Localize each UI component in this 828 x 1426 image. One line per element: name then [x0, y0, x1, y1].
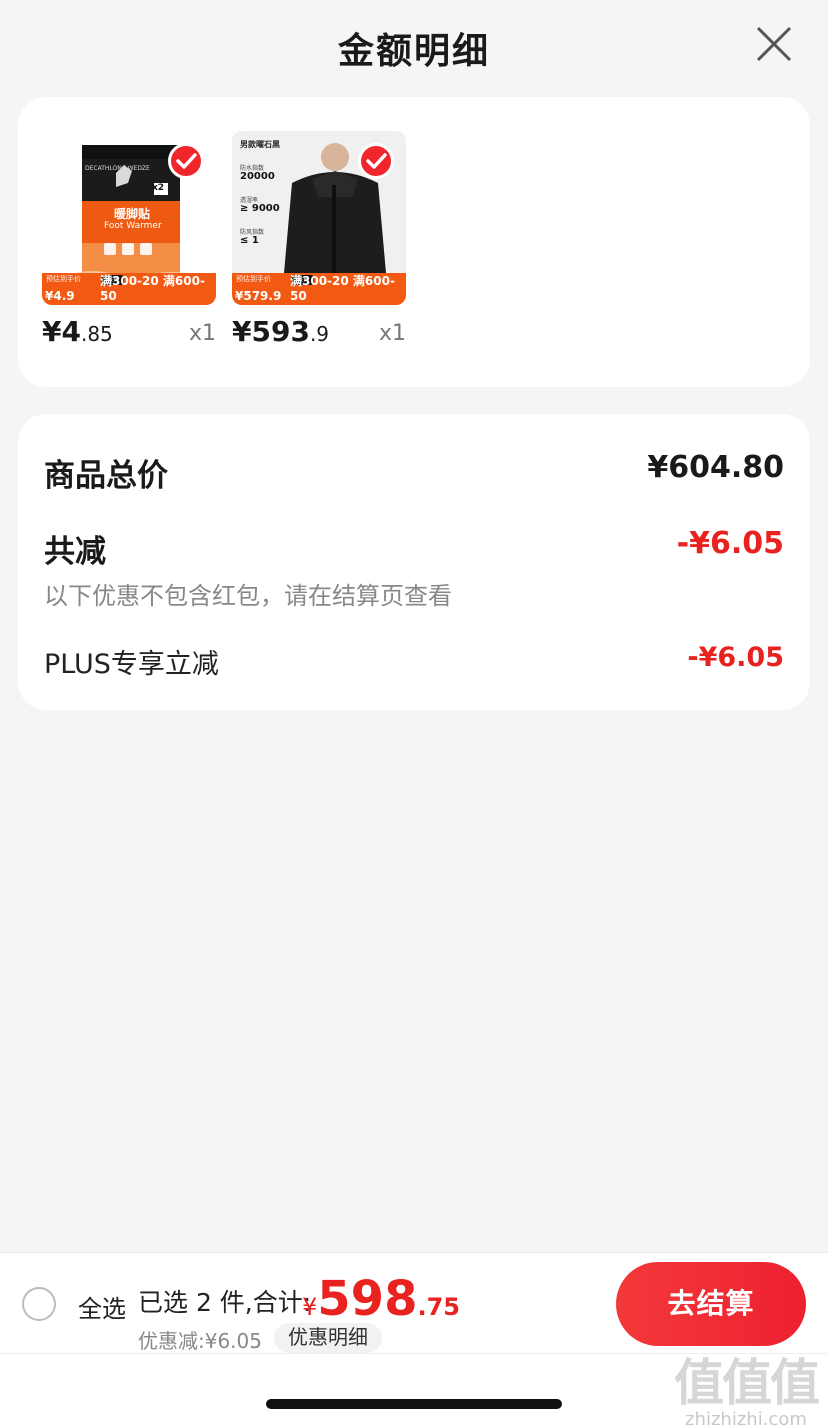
product-subtitle: Foot Warmer: [104, 221, 162, 231]
watermark-url: zhizhizhi.com: [685, 1409, 807, 1426]
total-price-label: 商品总价: [44, 458, 168, 494]
product-name: 暖脚贴: [114, 207, 151, 221]
check-icon: [176, 153, 197, 169]
promo-price: ¥579.9: [235, 289, 282, 303]
promo-label: 预估到手价: [236, 275, 271, 283]
product-name: 男款曜石黑: [240, 140, 280, 149]
selected-checkbox[interactable]: [168, 143, 204, 179]
product-price: ¥593.9: [232, 315, 329, 348]
header: 金额明细: [0, 0, 828, 96]
product-image[interactable]: 男款曜石黑 防水指数 20000 透湿率 ≥ 9000 防风指数 ≤ 1 预估到…: [232, 131, 406, 305]
total-amount: ¥598.75: [302, 1271, 460, 1327]
checkout-bar: 全选 已选 2 件,合计: ¥598.75 优惠减:¥6.05 优惠明细 去结算…: [0, 1252, 828, 1426]
price-int: ¥593: [232, 315, 310, 348]
promo-strip: 预估到手价 ¥579.9 会员 满300-20 满600-50: [232, 273, 406, 305]
plus-discount-value: -¥6.05: [687, 642, 784, 673]
total-price-value: ¥604.80: [647, 450, 784, 485]
total-dec: .75: [417, 1293, 460, 1321]
summary-card: 商品总价 ¥604.80 共减 -¥6.05 以下优惠不包含红包，请在结算页查看…: [18, 414, 810, 710]
promo-coupons: 满300-20 满600-50: [290, 274, 395, 303]
product-badge: x2: [152, 183, 165, 193]
reduction-value: -¥6.05: [676, 526, 784, 561]
spec-2-value: ≥ 9000: [240, 203, 280, 214]
product-quantity: x1: [188, 321, 216, 346]
home-indicator[interactable]: [266, 1399, 562, 1409]
page-title: 金额明细: [337, 31, 490, 72]
promo-strip: 预估到手价 ¥4.9 会员 满300-20 满600-50: [42, 273, 216, 305]
discount-note: 以下优惠不包含红包，请在结算页查看: [44, 582, 452, 610]
watermark-logo: 值值值: [674, 1354, 820, 1412]
product-item[interactable]: 男款曜石黑 防水指数 20000 透湿率 ≥ 9000 防风指数 ≤ 1 预估到…: [232, 131, 406, 348]
product-item[interactable]: DECATHLON | WEDZE x2 暖脚贴 Foot Warmer 预估到…: [42, 131, 216, 348]
close-icon[interactable]: [754, 24, 794, 64]
selected-count: 已选 2 件,合计:: [138, 1288, 312, 1317]
selected-checkbox[interactable]: [358, 143, 394, 179]
select-all-label[interactable]: 全选: [78, 1289, 126, 1324]
discount-amount: 优惠减:¥6.05: [138, 1329, 262, 1353]
price-int: ¥4: [42, 315, 81, 348]
promo-label: 预估到手价: [46, 275, 81, 283]
reduction-label: 共减: [44, 534, 106, 570]
checkout-button[interactable]: 去结算: [616, 1262, 806, 1346]
price-dec: .85: [80, 322, 113, 346]
products-card: DECATHLON | WEDZE x2 暖脚贴 Foot Warmer 预估到…: [18, 97, 810, 387]
product-brand: DECATHLON | WEDZE: [85, 165, 150, 172]
close-button[interactable]: [754, 24, 794, 64]
total-int: 598: [317, 1271, 418, 1327]
check-icon: [366, 153, 387, 169]
promo-coupons: 满300-20 满600-50: [100, 274, 205, 303]
discount-detail-button[interactable]: 优惠明细: [274, 1323, 382, 1353]
plus-discount-label: PLUS专享立减: [44, 649, 219, 680]
total-currency: ¥: [302, 1293, 318, 1321]
promo-price: ¥4.9: [45, 289, 75, 303]
watermark: 值值值 zhizhizhi.com: [674, 1343, 820, 1426]
product-image[interactable]: DECATHLON | WEDZE x2 暖脚贴 Foot Warmer 预估到…: [42, 131, 216, 305]
product-price: ¥4.85: [42, 315, 113, 348]
price-dec: .9: [309, 322, 330, 346]
spec-1-value: 20000: [240, 171, 275, 182]
product-quantity: x1: [378, 321, 406, 346]
select-all-radio[interactable]: [22, 1287, 56, 1321]
spec-3-value: ≤ 1: [240, 235, 259, 246]
